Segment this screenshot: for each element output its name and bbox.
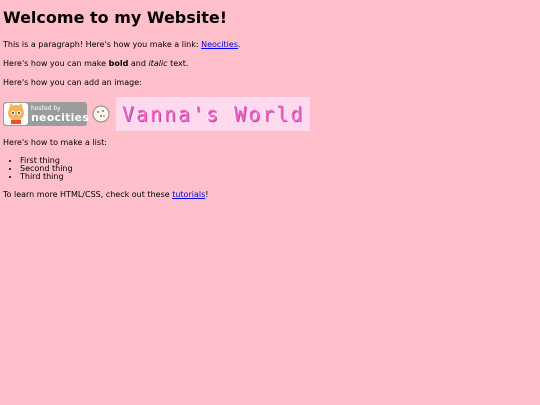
tutorials-link[interactable]: tutorials: [172, 190, 205, 199]
list-intro: Here's how to make a list:: [3, 138, 107, 147]
list-item: Third thing: [20, 173, 537, 181]
paragraph-formatting: Here's how you can make bold and italic …: [3, 59, 537, 69]
thing-list: First thing Second thing Third thing: [3, 157, 537, 181]
list-item: Second thing: [20, 165, 537, 173]
neocities-badge-text: hosted by neocities: [29, 105, 89, 124]
italic-text: italic: [148, 59, 168, 68]
vanna-world-banner: Vanna's World: [116, 97, 310, 131]
neocities-badge-big-text: neocities: [31, 110, 89, 124]
footer-text: To learn more HTML/CSS, check out these: [3, 190, 173, 199]
page-title: Welcome to my Website!: [3, 8, 228, 27]
image-row: hosted by neocities Vanna's World: [3, 97, 537, 131]
page-content: Welcome to my Website! This is a paragra…: [0, 0, 540, 200]
neocities-cat-icon: [4, 103, 28, 125]
paragraph-link-text: This is a paragraph! Here's how you make…: [3, 40, 202, 49]
paragraph-link: This is a paragraph! Here's how you make…: [3, 40, 537, 50]
neocities-link[interactable]: Neocities: [201, 40, 238, 49]
neocities-badge[interactable]: hosted by neocities: [3, 102, 89, 126]
bold-text: bold: [108, 59, 129, 68]
banner-text: Vanna's World: [121, 102, 305, 126]
footer-paragraph: To learn more HTML/CSS, check out these …: [3, 190, 537, 200]
paragraph-link-end: .: [238, 40, 241, 49]
list-item: First thing: [20, 157, 537, 165]
cookie-icon: [92, 105, 110, 123]
formatting-prefix: Here's how you can make: [3, 59, 109, 68]
formatting-end: text.: [167, 59, 189, 68]
paragraph-image: Here's how you can add an image:: [3, 78, 142, 87]
footer-end: !: [205, 190, 209, 199]
formatting-middle: and: [128, 59, 149, 68]
